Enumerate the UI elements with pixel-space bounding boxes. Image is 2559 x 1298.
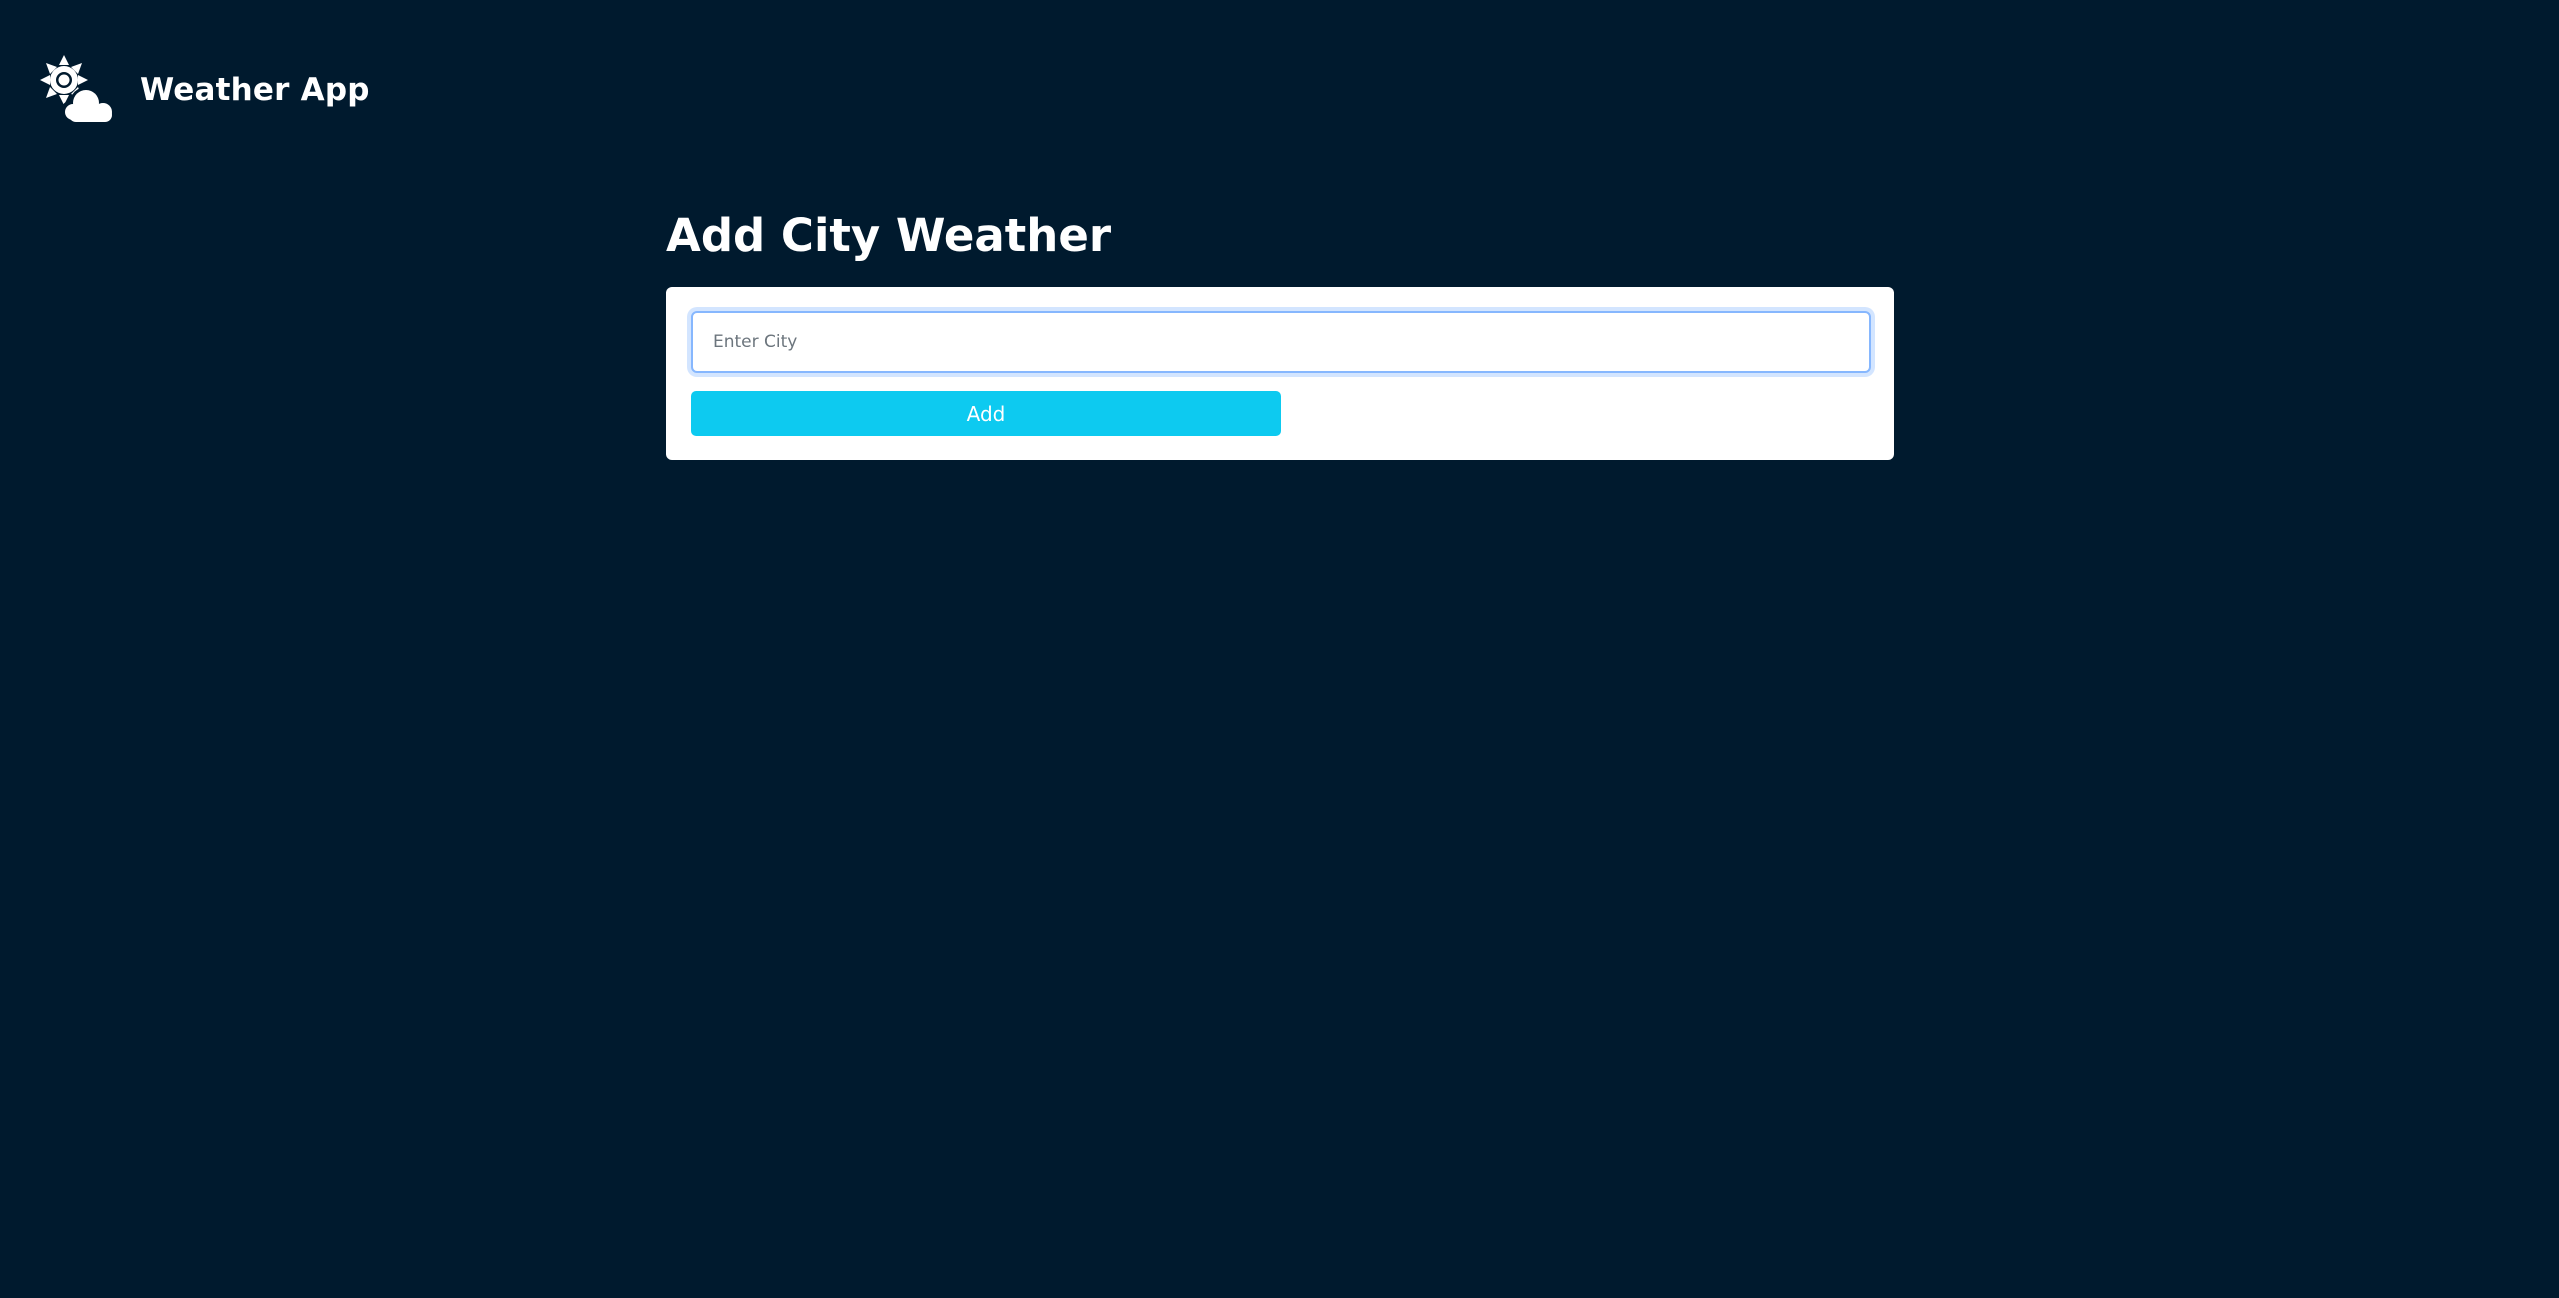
add-button[interactable]: Add xyxy=(691,391,1281,436)
city-input[interactable] xyxy=(691,311,1871,373)
page-title: Add City Weather xyxy=(666,209,1112,262)
navbar: Weather App xyxy=(38,50,370,130)
sun-cloud-icon xyxy=(40,55,116,125)
app-title: Weather App xyxy=(140,72,370,108)
page: Weather App Add City Weather Add xyxy=(0,0,2559,1298)
add-city-card: Add xyxy=(666,287,1894,460)
main-content: Add City Weather Add xyxy=(666,204,1894,460)
